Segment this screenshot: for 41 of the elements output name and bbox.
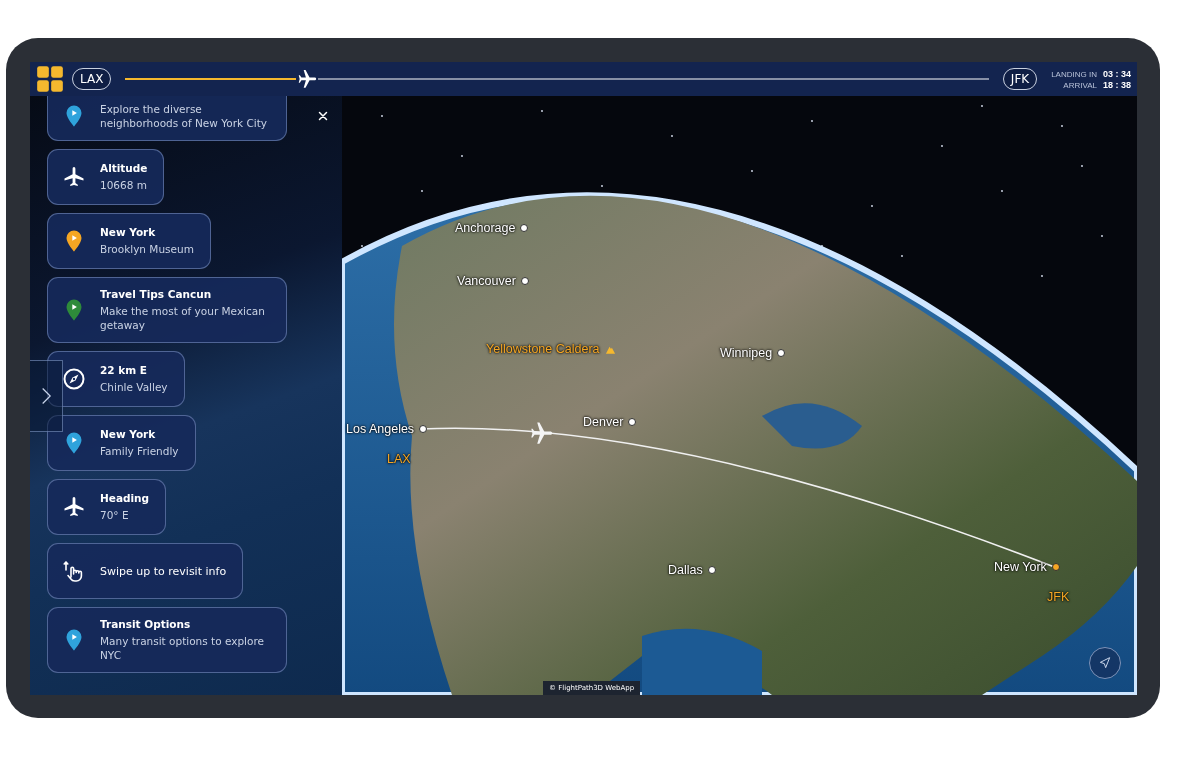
card-title: Swipe up to revisit info [100,564,227,578]
info-card[interactable]: New York Family Friendly [47,415,196,471]
card-title: Heading [100,492,150,505]
city-label: Winnipeg [720,346,773,360]
origin-airport-badge: LAX [72,68,112,90]
destination-airport-badge: JFK [1002,68,1038,90]
city-label: Dallas [668,563,703,577]
card-title: Altitude [100,162,148,175]
card-subtitle: 10668 m [100,178,148,192]
card-title: New York [100,226,157,239]
card-subtitle: Explore the diverse neighborhoods of New York City [100,102,268,130]
info-card[interactable]: 22 km E Chinle Valley [47,351,185,407]
card-subtitle: Family Friendly [100,444,179,458]
card-title: New York [100,428,157,441]
card-subtitle: Make the most of your Mexican getaway [100,304,266,332]
card-subtitle: Chinle Valley [100,380,168,394]
card-subtitle: 70° E [100,508,130,522]
info-card[interactable]: Altitude 10668 m [47,149,165,205]
card-title: 22 km E [100,364,149,377]
stat-value: 03 : 34 [1102,68,1131,79]
stat-label: LANDING IN [1051,69,1097,79]
info-card[interactable]: Explore the diverse neighborhoods of New York City [47,96,287,141]
stat-value: 18 : 38 [1102,79,1131,90]
card-title: Transit Options [100,618,192,631]
info-card[interactable]: Swipe up to revisit info [47,543,244,599]
info-card[interactable]: Transit Options Many transit options to explore NYC [47,607,287,673]
card-title: Travel Tips Cancun [100,288,213,301]
city-label: Los Angeles [346,422,415,436]
landmark-label: Yellowstone Caldera [486,342,600,356]
city-label: Denver [583,415,624,429]
info-card[interactable]: Heading 70° E [47,479,167,535]
card-subtitle: Brooklyn Museum [100,242,194,256]
info-card[interactable]: New York Brooklyn Museum [47,213,211,269]
city-label: Anchorage [455,221,516,235]
city-label: Vancouver [457,274,516,288]
city-label: New York [994,560,1047,574]
info-card[interactable]: Travel Tips Cancun Make the most of your Mexican getaway [47,277,287,343]
airport-label: LAX [387,452,411,466]
stat-label: ARRIVAL [1063,80,1097,90]
airport-label: JFK [1047,590,1070,604]
card-subtitle: Many transit options to explore NYC [100,634,265,662]
